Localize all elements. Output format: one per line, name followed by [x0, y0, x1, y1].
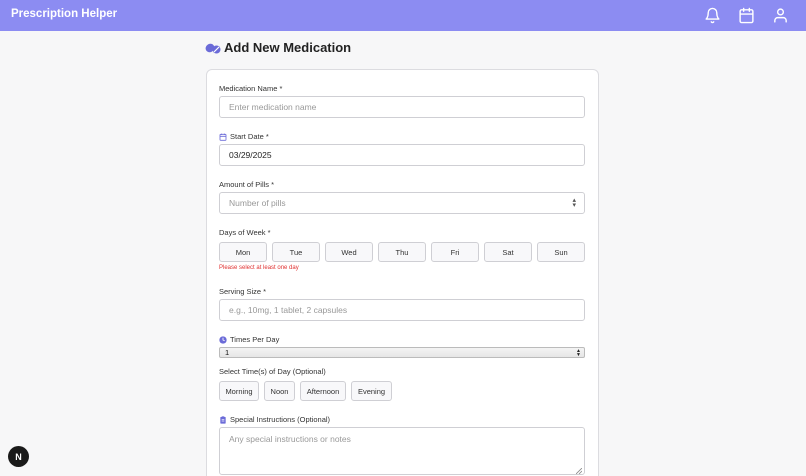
times-per-day-value: 1 — [225, 348, 230, 357]
day-wed[interactable]: Wed — [325, 242, 373, 262]
serving-size-input[interactable]: e.g., 10mg, 1 tablet, 2 capsules — [219, 299, 585, 321]
day-sat[interactable]: Sat — [484, 242, 532, 262]
medication-name-input[interactable]: Enter medication name — [219, 96, 585, 118]
time-afternoon-button[interactable]: Afternoon — [300, 381, 346, 401]
instructions-placeholder: Any special instructions or notes — [229, 434, 351, 444]
app-title: Prescription Helper — [11, 8, 118, 20]
medication-name-placeholder: Enter medication name — [229, 102, 317, 112]
instructions-label: Special Instructions (Optional) — [219, 415, 330, 424]
page-title: Add New Medication — [224, 40, 352, 55]
medication-name-label: Medication Name * — [219, 84, 283, 93]
start-date-value: 03/29/2025 — [229, 150, 272, 160]
day-mon[interactable]: Mon — [219, 242, 267, 262]
time-evening-button[interactable]: Evening — [351, 381, 392, 401]
top-bar: Prescription Helper — [0, 0, 806, 31]
stepper-icon[interactable]: ▴ ▾ — [572, 197, 576, 209]
user-icon[interactable] — [772, 7, 789, 24]
pills-input[interactable]: Number of pills ▴ ▾ — [219, 192, 585, 214]
start-date-label: Start Date * — [219, 132, 269, 141]
calendar-icon — [219, 133, 227, 141]
instructions-textarea[interactable]: Any special instructions or notes — [219, 427, 585, 475]
bell-icon[interactable] — [704, 7, 721, 24]
serving-size-label: Serving Size * — [219, 287, 267, 296]
times-per-day-label: Times Per Day — [219, 335, 279, 344]
pills-label: Amount of Pills * — [219, 180, 275, 189]
day-fri[interactable]: Fri — [431, 242, 479, 262]
select-arrows-icon: ▲ ▼ — [576, 348, 581, 358]
pills-placeholder: Number of pills — [229, 198, 286, 208]
resize-handle-icon[interactable] — [575, 466, 583, 475]
time-morning-button[interactable]: Morning — [219, 381, 259, 401]
time-of-day-label: Select Time(s) of Day (Optional) — [219, 367, 326, 376]
clock-icon — [219, 335, 227, 344]
days-label: Days of Week * — [219, 228, 271, 237]
calendar-icon[interactable] — [738, 7, 755, 24]
day-tue[interactable]: Tue — [272, 242, 320, 262]
framework-badge[interactable]: N — [8, 446, 29, 467]
clipboard-icon — [219, 415, 227, 424]
pill-icon — [205, 41, 221, 55]
days-error-message: Please select at least one day — [219, 265, 299, 271]
days-of-week: Mon Tue Wed Thu Fri Sat Sun — [219, 242, 585, 262]
badge-letter: N — [15, 451, 22, 462]
times-per-day-select[interactable]: 1 ▲ ▼ — [219, 347, 585, 358]
day-thu[interactable]: Thu — [378, 242, 426, 262]
time-noon-button[interactable]: Noon — [264, 381, 295, 401]
serving-size-placeholder: e.g., 10mg, 1 tablet, 2 capsules — [229, 305, 348, 315]
start-date-input[interactable]: 03/29/2025 — [219, 144, 585, 166]
day-sun[interactable]: Sun — [537, 242, 585, 262]
